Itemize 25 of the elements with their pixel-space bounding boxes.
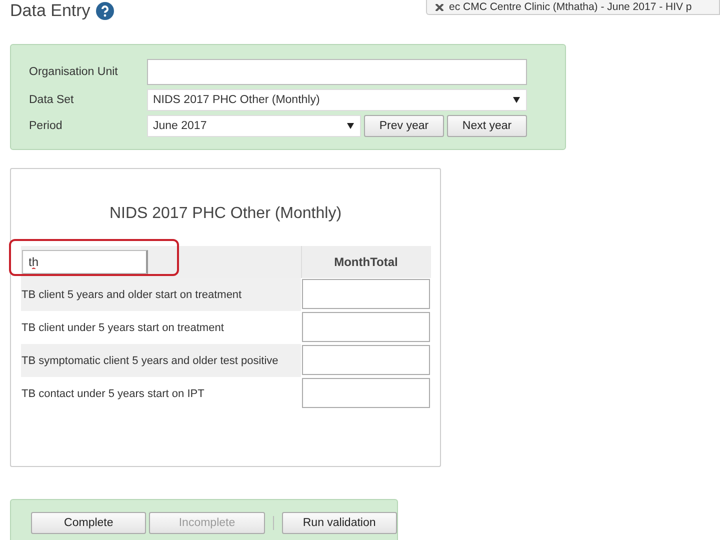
page-title: Data Entry [10,1,90,21]
form-title: NIDS 2017 PHC Other (Monthly) [109,205,342,223]
value-field[interactable] [302,345,430,375]
action-button[interactable]: Run validation [282,512,397,534]
close-icon[interactable] [435,4,444,10]
year-button[interactable]: Next year [447,115,527,137]
row-label: TB symptomatic client 5 years and older test positive [20,344,300,377]
year-button[interactable]: Prev year [364,115,444,137]
dataset-select[interactable]: NIDS 2017 PHC Other (Monthly) [147,89,527,111]
dropdown-caret-icon [513,97,520,103]
context-text: ec CMC Centre Clinic (Mthatha) - June 2017 - HIV p [449,1,692,13]
help-icon[interactable] [96,2,114,20]
value-field[interactable] [302,279,430,309]
dropdown-caret-icon [347,123,354,129]
row-label: TB client 5 years and older start on treatment [20,278,300,311]
column-header: MonthTotal [300,246,430,278]
period-select[interactable]: June 2017 [147,115,361,137]
org-unit-field[interactable] [147,59,527,85]
field-label: Data Set [28,94,75,106]
action-button[interactable]: Complete [31,512,146,534]
field-label: Period [28,120,64,132]
value-field[interactable] [302,312,430,342]
filter-field[interactable]: th [22,250,148,274]
field-label: Organisation Unit [28,66,119,78]
value-field[interactable] [302,378,430,408]
